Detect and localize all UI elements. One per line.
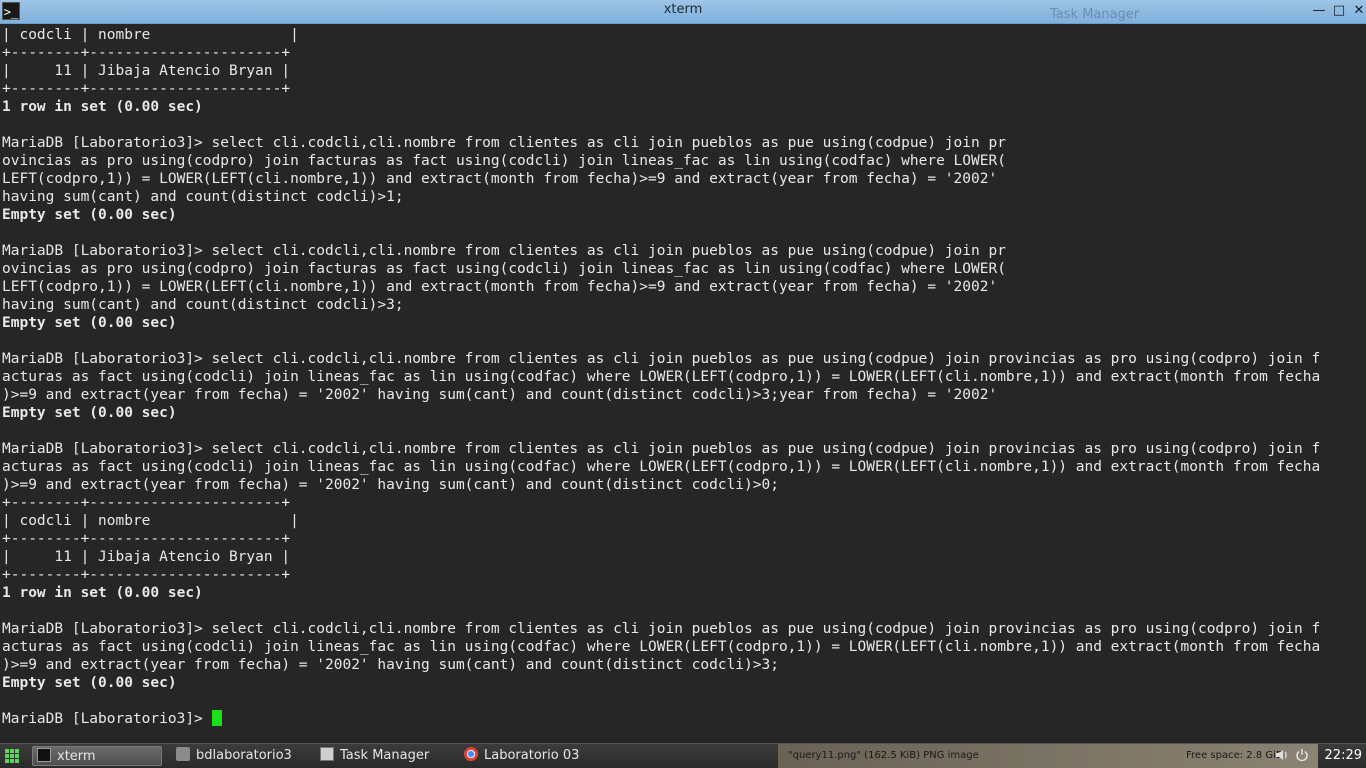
terminal-line: Empty set (0.00 sec) — [2, 207, 177, 223]
terminal-line: )>=9 and extract(year from fecha) = '200… — [2, 477, 779, 493]
terminal-line: | codcli | nombre | — [2, 27, 299, 43]
terminal-line: +--------+----------------------+ — [2, 45, 291, 61]
terminal-line: Empty set (0.00 sec) — [2, 315, 177, 331]
terminal-line: )>=9 and extract(year from fecha) = '200… — [2, 657, 779, 673]
terminal-prompt: MariaDB [Laboratorio3]> — [2, 711, 212, 727]
taskbar-task-label: Task Manager — [340, 748, 430, 763]
terminal-line: LEFT(codpro,1)) = LOWER(LEFT(cli.nombre,… — [2, 279, 998, 295]
terminal-line: 1 row in set (0.00 sec) — [2, 99, 203, 115]
terminal-line: ovincias as pro using(codpro) join factu… — [2, 261, 1006, 277]
close-button[interactable]: ✕ — [1350, 2, 1366, 20]
terminal-line: having sum(cant) and count(distinct codc… — [2, 189, 404, 205]
volume-icon[interactable] — [1274, 747, 1292, 767]
free-space-text: Free space: 2.8 GiB — [1186, 750, 1283, 761]
terminal-line: | codcli | nombre | — [2, 513, 299, 529]
terminal-line: | 11 | Jibaja Atencio Bryan | — [2, 63, 291, 79]
terminal-line: +--------+----------------------+ — [2, 567, 291, 583]
terminal-line: MariaDB [Laboratorio3]> select cli.codcl… — [2, 351, 1321, 367]
window-title: xterm — [663, 2, 703, 17]
apps-grid-icon — [5, 749, 19, 763]
terminal-line: MariaDB [Laboratorio3]> select cli.codcl… — [2, 243, 1006, 259]
terminal-icon — [37, 748, 51, 762]
taskbar-task-label: Laboratorio 03 — [484, 748, 580, 763]
terminal-line: +--------+----------------------+ — [2, 495, 291, 511]
terminal-line: acturas as fact using(codcli) join linea… — [2, 459, 1321, 475]
applications-menu-button[interactable] — [2, 746, 24, 766]
taskbar: xterm bdlaboratorio3 Task Manager Labora… — [0, 743, 1366, 768]
terminal-line: acturas as fact using(codcli) join linea… — [2, 369, 1321, 385]
folder-icon — [176, 747, 190, 761]
minimize-button[interactable]: — — [1310, 2, 1328, 20]
terminal-line: +--------+----------------------+ — [2, 531, 291, 547]
taskbar-task-label: bdlaboratorio3 — [196, 748, 292, 763]
task-manager-icon — [320, 747, 334, 761]
chrome-icon — [464, 747, 478, 761]
terminal-line: )>=9 and extract(year from fecha) = '200… — [2, 387, 998, 403]
clock[interactable]: 22:29 — [1325, 744, 1362, 768]
terminal-line: Empty set (0.00 sec) — [2, 405, 177, 421]
taskbar-task-laboratorio-03[interactable]: Laboratorio 03 — [460, 746, 590, 766]
terminal-line: ovincias as pro using(codpro) join factu… — [2, 153, 1006, 169]
terminal-line: 1 row in set (0.00 sec) — [2, 585, 203, 601]
terminal-prompt-line[interactable]: MariaDB [Laboratorio3]> — [2, 710, 1366, 728]
terminal-line: | 11 | Jibaja Atencio Bryan | — [2, 549, 291, 565]
terminal-line: having sum(cant) and count(distinct codc… — [2, 297, 404, 313]
terminal-line: acturas as fact using(codcli) join linea… — [2, 639, 1321, 655]
terminal-line: LEFT(codpro,1)) = LOWER(LEFT(cli.nombre,… — [2, 171, 998, 187]
terminal-line: +--------+----------------------+ — [2, 81, 291, 97]
file-info-notice: "query11.png" (162.5 KiB) PNG image Free… — [778, 744, 1318, 768]
maximize-button[interactable]: □ — [1330, 2, 1348, 20]
file-info-text: "query11.png" (162.5 KiB) PNG image — [788, 750, 979, 761]
taskbar-task-xterm[interactable]: xterm — [32, 746, 162, 766]
terminal-line: MariaDB [Laboratorio3]> select cli.codcl… — [2, 621, 1321, 637]
terminal-line: Empty set (0.00 sec) — [2, 675, 177, 691]
terminal-lines: | codcli | nombre | +--------+-----------… — [2, 26, 1366, 710]
power-icon[interactable] — [1294, 747, 1312, 767]
terminal-line: MariaDB [Laboratorio3]> select cli.codcl… — [2, 135, 1006, 151]
taskbar-task-bdlaboratorio3[interactable]: bdlaboratorio3 — [172, 746, 310, 766]
window-titlebar[interactable]: >_ Task Manager xterm — □ ✕ — [0, 0, 1366, 24]
taskbar-task-task-manager[interactable]: Task Manager — [316, 746, 456, 766]
terminal-output[interactable]: | codcli | nombre | +--------+-----------… — [0, 24, 1366, 743]
taskbar-task-label: xterm — [57, 749, 96, 764]
terminal-line: MariaDB [Laboratorio3]> select cli.codcl… — [2, 441, 1321, 457]
terminal-cursor — [211, 710, 222, 726]
